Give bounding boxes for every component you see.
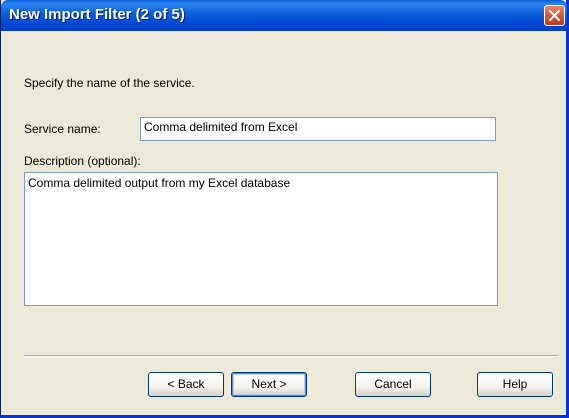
cancel-button[interactable]: Cancel bbox=[355, 372, 431, 397]
import-filter-dialog: New Import Filter (2 of 5) Specify the n… bbox=[0, 0, 569, 418]
button-separator bbox=[24, 355, 558, 357]
description-label: Description (optional): bbox=[24, 154, 141, 168]
back-button[interactable]: < Back bbox=[148, 372, 224, 397]
title-bar[interactable]: New Import Filter (2 of 5) bbox=[1, 0, 567, 31]
close-button[interactable] bbox=[544, 5, 565, 26]
service-name-label: Service name: bbox=[24, 122, 101, 136]
close-icon bbox=[549, 10, 560, 21]
help-button[interactable]: Help bbox=[477, 372, 553, 397]
window-title: New Import Filter (2 of 5) bbox=[9, 6, 185, 23]
instruction-text: Specify the name of the service. bbox=[24, 76, 195, 90]
service-name-input[interactable]: Comma delimited from Excel bbox=[140, 117, 496, 141]
next-button[interactable]: Next > bbox=[231, 372, 307, 397]
description-textarea[interactable]: Comma delimited output from my Excel dat… bbox=[24, 172, 498, 306]
